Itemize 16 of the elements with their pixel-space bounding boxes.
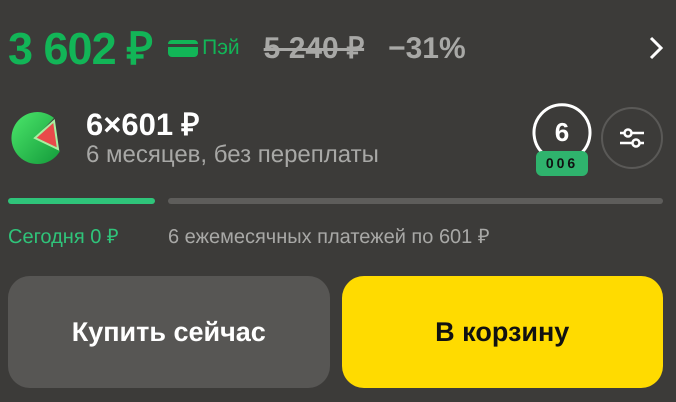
settings-button[interactable] bbox=[601, 107, 663, 169]
discount-label: −31% bbox=[388, 30, 466, 66]
card-icon bbox=[168, 38, 198, 58]
term-selector[interactable]: 6 006 bbox=[531, 102, 593, 176]
old-price: 5 240 ₽ bbox=[264, 30, 364, 66]
current-price: 3 602 ₽ bbox=[8, 26, 152, 70]
installment-subtitle: 6 месяцев, без переплаты bbox=[86, 142, 379, 168]
schedule-label: 6 ежемесячных платежей по 601 ₽ bbox=[168, 225, 491, 250]
pay-label: Пэй bbox=[202, 35, 240, 62]
installment-title: 6×601 ₽ bbox=[86, 108, 201, 142]
buy-now-button[interactable]: Купить сейчас bbox=[8, 276, 330, 388]
term-badge: 006 bbox=[536, 151, 588, 176]
add-to-cart-button[interactable]: В корзину bbox=[342, 276, 663, 388]
sliders-icon bbox=[619, 127, 645, 149]
chevron-right-icon[interactable] bbox=[649, 36, 663, 60]
schedule-label: Сегодня 0 ₽ bbox=[8, 225, 120, 250]
